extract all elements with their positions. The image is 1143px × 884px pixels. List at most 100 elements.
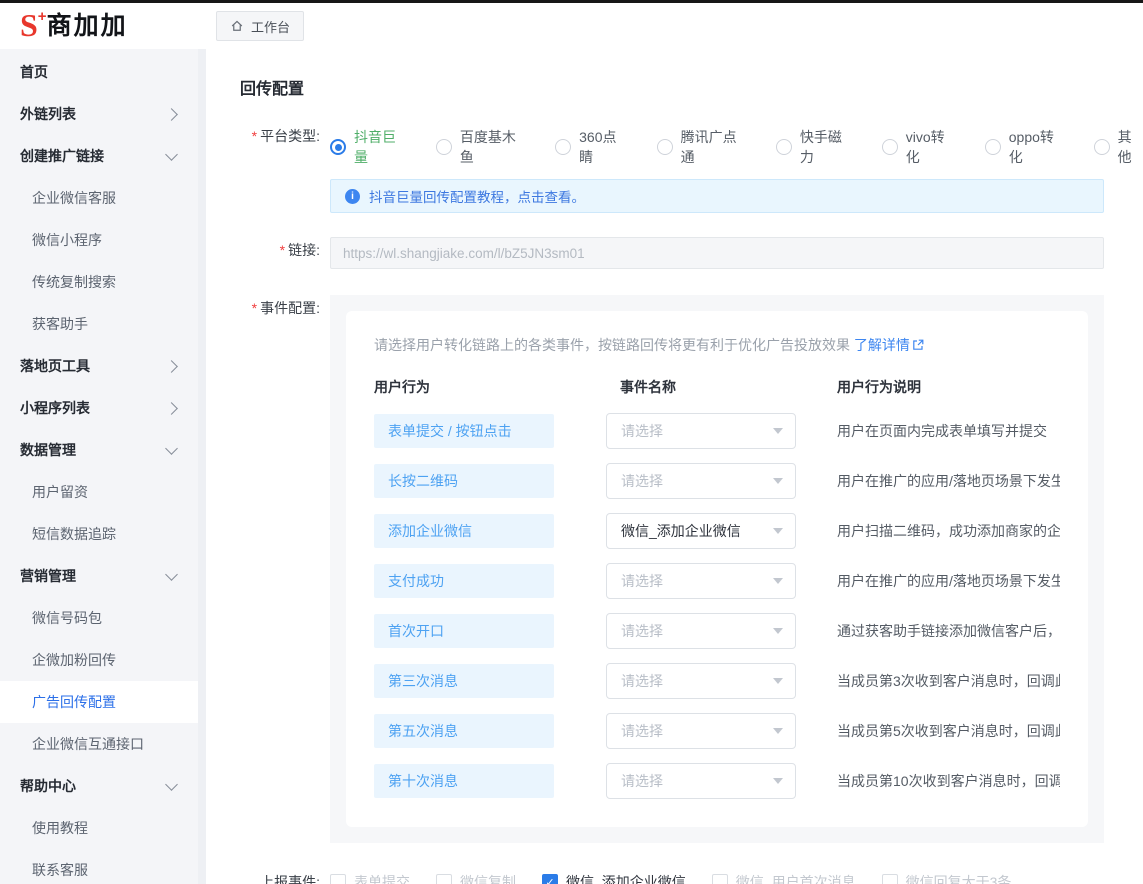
- radio-label: 腾讯广点通: [681, 127, 746, 167]
- tutorial-notice-banner: i 抖音巨量回传配置教程，点击查看。: [330, 179, 1104, 213]
- caret-down-icon: [773, 528, 783, 534]
- caret-down-icon: [773, 678, 783, 684]
- report-checkbox[interactable]: ✓微信_添加企业微信: [542, 872, 686, 884]
- event-select[interactable]: 请选择: [606, 563, 796, 599]
- sidebar-item[interactable]: 获客助手: [0, 303, 198, 345]
- checkbox-label: 微信复制: [460, 872, 516, 884]
- required-mark: *: [252, 128, 257, 144]
- event-select[interactable]: 请选择: [606, 463, 796, 499]
- event-table-body: 表单提交 / 按钮点击请选择用户在页面内完成表单填写并提交长按二维码请选择用户在…: [374, 413, 1060, 799]
- event-name-cell: 请选择: [606, 663, 837, 699]
- checkbox-label: 表单提交: [354, 872, 410, 884]
- event-select[interactable]: 微信_添加企业微信: [606, 513, 796, 549]
- sidebar-item[interactable]: 企业微信互通接口: [0, 723, 198, 765]
- platform-radio-option[interactable]: 抖音巨量: [330, 127, 406, 167]
- caret-down-icon: [773, 478, 783, 484]
- link-input[interactable]: [330, 237, 1104, 269]
- sidebar-item[interactable]: 企微加粉回传: [0, 639, 198, 681]
- sidebar-item[interactable]: 使用教程: [0, 807, 198, 849]
- platform-type-label: *平台类型:: [240, 123, 330, 146]
- behavior-chip[interactable]: 第三次消息: [374, 664, 554, 698]
- chevron-right-icon: [165, 108, 178, 121]
- workbench-tab[interactable]: 工作台: [216, 11, 304, 41]
- chevron-down-icon: [165, 568, 178, 581]
- platform-radio-option[interactable]: oppo转化: [985, 127, 1064, 167]
- sidebar-item[interactable]: 落地页工具: [0, 345, 198, 387]
- platform-radio-option[interactable]: 360点睛: [555, 127, 627, 167]
- sidebar-item[interactable]: 传统复制搜索: [0, 261, 198, 303]
- sidebar-item[interactable]: 帮助中心: [0, 765, 198, 807]
- behavior-chip[interactable]: 支付成功: [374, 564, 554, 598]
- learn-more-link[interactable]: 了解详情: [854, 337, 924, 353]
- workbench-tab-label: 工作台: [251, 17, 290, 36]
- sidebar-item[interactable]: 微信小程序: [0, 219, 198, 261]
- sidebar-item[interactable]: 数据管理: [0, 429, 198, 471]
- event-select[interactable]: 请选择: [606, 713, 796, 749]
- logo-plus-mark: +: [38, 10, 47, 24]
- behavior-chip[interactable]: 长按二维码: [374, 464, 554, 498]
- sidebar-item-label: 用户留资: [32, 482, 88, 502]
- sidebar-item[interactable]: 小程序列表: [0, 387, 198, 429]
- radio-label: 百度基木鱼: [460, 127, 525, 167]
- sidebar-item-label: 企业微信客服: [32, 188, 116, 208]
- event-row: 第五次消息请选择当成员第5次收到客户消息时，回调此事...: [374, 713, 1060, 749]
- event-select[interactable]: 请选择: [606, 613, 796, 649]
- radio-icon: [882, 139, 898, 155]
- caret-down-icon: [773, 778, 783, 784]
- platform-radio-option[interactable]: 百度基木鱼: [436, 127, 525, 167]
- checkbox-unchecked-icon: [712, 874, 728, 884]
- sidebar-item-label: 联系客服: [32, 860, 88, 880]
- checkbox-unchecked-icon: [330, 874, 346, 884]
- external-link-icon: [912, 338, 924, 354]
- behavior-cell: 添加企业微信: [374, 514, 606, 548]
- behavior-chip[interactable]: 第十次消息: [374, 764, 554, 798]
- behavior-desc: 通过获客助手链接添加微信客户后，当微...: [837, 621, 1060, 641]
- sidebar-item[interactable]: 首页: [0, 51, 198, 93]
- sidebar-item[interactable]: 营销管理: [0, 555, 198, 597]
- platform-radio-option[interactable]: 其他: [1094, 127, 1143, 167]
- behavior-chip[interactable]: 表单提交 / 按钮点击: [374, 414, 554, 448]
- event-select[interactable]: 请选择: [606, 763, 796, 799]
- sidebar-item[interactable]: 广告回传配置: [0, 681, 198, 723]
- event-config-panel: 请选择用户转化链路上的各类事件，按链路回传将更有利于优化广告投放效果 了解详情 …: [330, 295, 1104, 843]
- event-select-value: 请选择: [621, 671, 663, 691]
- tutorial-notice-text[interactable]: 抖音巨量回传配置教程，点击查看。: [369, 186, 585, 206]
- event-row: 支付成功请选择用户在推广的应用/落地页场景下发生交...: [374, 563, 1060, 599]
- sidebar-item[interactable]: 创建推广链接: [0, 135, 198, 177]
- event-select[interactable]: 请选择: [606, 663, 796, 699]
- sidebar-item-label: 传统复制搜索: [32, 272, 116, 292]
- platform-radio-option[interactable]: 腾讯广点通: [657, 127, 746, 167]
- sidebar-item[interactable]: 微信号码包: [0, 597, 198, 639]
- radio-icon: [330, 139, 346, 155]
- sidebar-item-label: 微信号码包: [32, 608, 102, 628]
- sidebar-item[interactable]: 外链列表: [0, 93, 198, 135]
- behavior-chip[interactable]: 第五次消息: [374, 714, 554, 748]
- event-row: 添加企业微信 微信_添加企业微信 用户扫描二维码，成功添加商家的企业微信: [374, 513, 1060, 549]
- behavior-desc: 用户扫描二维码，成功添加商家的企业微信: [837, 521, 1060, 541]
- sidebar-item[interactable]: 企业微信客服: [0, 177, 198, 219]
- behavior-desc: 用户在推广的应用/落地页场景下发生的...: [837, 471, 1060, 491]
- radio-label: 360点睛: [579, 127, 627, 167]
- sidebar-item[interactable]: 联系客服: [0, 849, 198, 884]
- report-checkbox[interactable]: 微信_用户首次消息: [712, 872, 856, 884]
- event-name-cell: 请选择: [606, 563, 837, 599]
- sidebar-item-label: 企业微信互通接口: [32, 734, 144, 754]
- radio-icon: [657, 139, 673, 155]
- event-select[interactable]: 请选择: [606, 413, 796, 449]
- report-events-label: 上报事件:: [240, 869, 330, 884]
- behavior-cell: 首次开口: [374, 614, 606, 648]
- report-checkbox[interactable]: 微信复制: [436, 872, 516, 884]
- behavior-cell: 表单提交 / 按钮点击: [374, 414, 606, 448]
- report-checkbox[interactable]: 微信回复大于3条: [882, 872, 1012, 884]
- checkbox-label: 微信_添加企业微信: [566, 872, 686, 884]
- sidebar-item[interactable]: 用户留资: [0, 471, 198, 513]
- platform-radio-option[interactable]: vivo转化: [882, 127, 955, 167]
- report-checkbox[interactable]: 表单提交: [330, 872, 410, 884]
- sidebar-item-label: 广告回传配置: [32, 692, 116, 712]
- sidebar-item-label: 微信小程序: [32, 230, 102, 250]
- behavior-chip[interactable]: 添加企业微信: [374, 514, 554, 548]
- sidebar-item[interactable]: 短信数据追踪: [0, 513, 198, 555]
- behavior-desc: 当成员第3次收到客户消息时，回调此事...: [837, 671, 1060, 691]
- behavior-chip[interactable]: 首次开口: [374, 614, 554, 648]
- platform-radio-option[interactable]: 快手磁力: [776, 127, 852, 167]
